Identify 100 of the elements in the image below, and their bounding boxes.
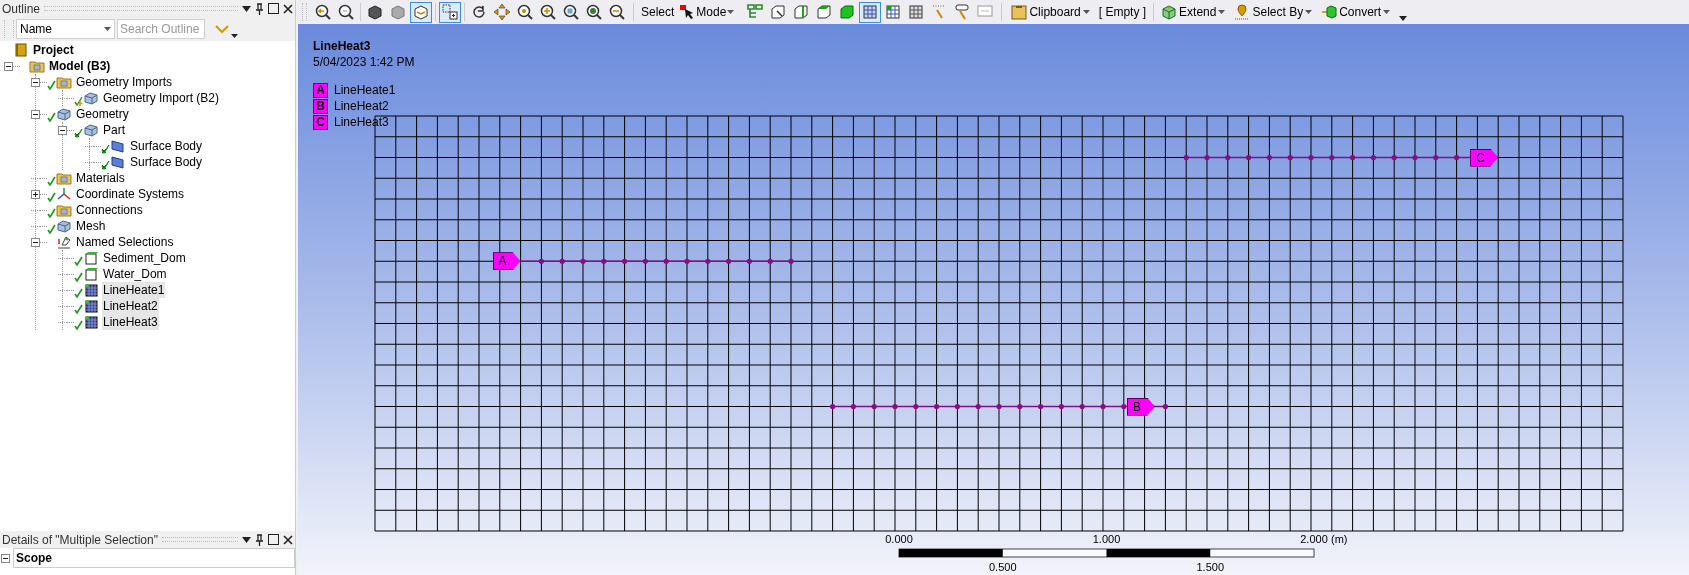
face-select-icon	[815, 3, 834, 21]
edge-select-icon	[792, 3, 811, 21]
maximize-icon[interactable]	[268, 534, 279, 545]
magnifier-icon	[516, 3, 534, 21]
toolbar-menu-button[interactable]: Select By	[1230, 3, 1317, 21]
tree-item[interactable]: Part	[102, 122, 126, 138]
dropdown-caret-icon	[1082, 10, 1090, 14]
zoom-out-icon	[608, 3, 626, 21]
graphics-viewport[interactable]: A B C LineHeat3 5/04/2023 1:42 PM A LineHeate1 B LineHeat2 C LineHeat3 0.000 1.000 2.000 (m) 0.500 1.500	[298, 24, 1689, 575]
tree-item[interactable]: Coordinate Systems	[75, 186, 186, 202]
scale-label: 0.500	[989, 560, 1017, 575]
close-icon[interactable]	[283, 534, 293, 545]
folder-icon	[56, 171, 72, 185]
mesh-select-icon	[861, 3, 880, 21]
face-selection-icon	[83, 267, 99, 281]
surface-icon	[110, 155, 126, 169]
tree-item[interactable]: Materials	[75, 170, 126, 186]
dropdown-caret-icon	[1305, 10, 1313, 14]
folder-icon	[56, 203, 72, 217]
collapse-icon[interactable]	[31, 109, 40, 119]
tree-item[interactable]: Named Selections	[75, 234, 175, 250]
collapse-icon[interactable]	[31, 77, 40, 87]
toolbar-menu-button[interactable]: Clipboard	[1007, 3, 1094, 21]
toolbar-menu-button[interactable]: Convert	[1317, 3, 1395, 21]
panel-title: Details of "Multiple Selection"	[2, 531, 158, 549]
tree-item[interactable]: Surface Body	[129, 138, 204, 154]
timestamp: 5/04/2023 1:42 PM	[313, 54, 415, 70]
magnifier-icon	[585, 3, 603, 21]
convert-icon	[1321, 4, 1338, 20]
edge-flag: A	[492, 252, 521, 271]
legend-label: LineHeat2	[334, 98, 389, 115]
check-icon	[47, 112, 56, 122]
axes-icon	[56, 187, 72, 201]
toolbar-menu-button[interactable]: Extend	[1157, 3, 1230, 21]
dropdown-caret-icon	[104, 27, 111, 31]
cube-icon	[366, 3, 384, 21]
tree-item[interactable]: LineHeat3	[102, 314, 159, 330]
tree-item[interactable]: Water_Dom	[102, 266, 168, 282]
pointer-icon	[679, 4, 696, 20]
search-field[interactable]: Search Outline	[117, 19, 205, 39]
check-cross-icon	[101, 144, 110, 154]
legend-marker: B	[313, 98, 328, 114]
magnifier-icon	[562, 3, 580, 21]
folder-icon	[56, 75, 72, 89]
legend-marker: A	[313, 82, 328, 98]
edge-flag: B	[1127, 397, 1155, 416]
collapse-icon[interactable]	[31, 237, 40, 247]
mode-button[interactable]: Mode	[677, 3, 737, 21]
overflow-caret-icon[interactable]	[1399, 16, 1408, 21]
cube-icon	[412, 3, 430, 21]
maximize-icon[interactable]	[268, 3, 279, 14]
tree-item[interactable]: Model (B3)	[48, 58, 112, 74]
check-cross-icon	[74, 128, 83, 138]
mesh-select-icon	[884, 3, 903, 21]
collapse-icon[interactable]	[4, 61, 13, 71]
pin-icon[interactable]	[255, 533, 264, 546]
expand-icon[interactable]	[31, 189, 40, 199]
tree-item[interactable]: Connections	[75, 202, 144, 218]
rotate-icon	[470, 3, 488, 21]
magnifier-icon	[314, 3, 332, 21]
scale-label: 1.000	[1092, 532, 1121, 547]
legend-label: LineHeate1	[334, 82, 396, 99]
tree-item[interactable]: Sediment_Dom	[102, 250, 187, 266]
surface-icon	[110, 139, 126, 153]
face-selection-icon	[83, 251, 99, 265]
book-icon	[13, 43, 29, 57]
pan-icon	[493, 3, 511, 21]
tree-item[interactable]: Mesh	[75, 218, 107, 234]
select-button[interactable]: Select	[639, 3, 677, 21]
viewport-title: LineHeat3	[313, 38, 372, 54]
tree-item[interactable]: Geometry Imports	[75, 74, 174, 90]
dropdown-caret-icon[interactable]	[242, 536, 251, 543]
collapse-icon[interactable]	[58, 125, 67, 135]
panel-title: Outline	[2, 0, 41, 18]
close-icon[interactable]	[283, 3, 293, 14]
collapse-icon[interactable]	[1, 553, 10, 563]
tree-item[interactable]: LineHeate1	[102, 282, 166, 298]
filter-dropdown[interactable]: Name	[16, 19, 115, 39]
toolbar-menu-button[interactable]: [ Empty ]	[1094, 3, 1151, 21]
cube-icon	[83, 123, 99, 137]
legend-label: LineHeat3	[334, 114, 389, 131]
tree-item[interactable]: Geometry	[75, 106, 130, 122]
tree-item[interactable]: Geometry Import (B2)	[102, 90, 221, 106]
section-header[interactable]: Scope	[13, 548, 295, 568]
named-selection-icon	[56, 235, 72, 249]
pin-icon[interactable]	[255, 2, 264, 15]
mesh-select-icon	[907, 3, 926, 21]
tree-item[interactable]: LineHeat2	[102, 298, 159, 314]
cube-icon	[389, 3, 407, 21]
dropdown-caret-icon[interactable]	[242, 5, 251, 12]
check-plus-icon	[74, 96, 83, 106]
tree-item[interactable]: Project	[32, 42, 75, 58]
scale-label: 0.000	[885, 532, 913, 547]
dropdown-caret-icon[interactable]	[231, 34, 238, 38]
tree-item[interactable]: Surface Body	[129, 154, 204, 170]
toolbar-button[interactable]	[410, 1, 432, 23]
zoom-in-icon	[539, 3, 557, 21]
dropdown-caret-icon	[727, 10, 735, 14]
location-pin-icon	[1234, 4, 1251, 20]
cube-icon	[56, 219, 72, 233]
